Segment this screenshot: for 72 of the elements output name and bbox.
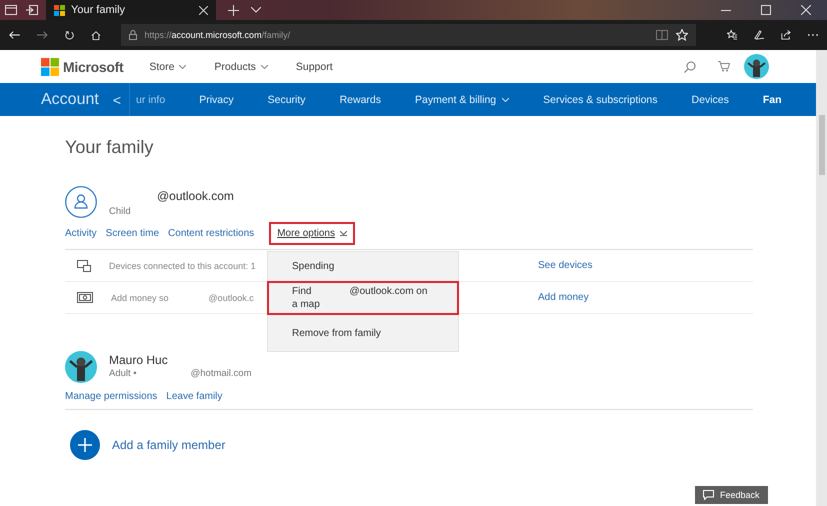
chevron-down-icon[interactable] xyxy=(251,7,261,13)
member-email: @outlook.com xyxy=(157,189,234,203)
member-role: Child xyxy=(109,206,132,217)
avatar[interactable] xyxy=(744,54,769,79)
chevron-down-icon xyxy=(502,98,510,102)
reading-view-icon[interactable] xyxy=(656,30,668,40)
member-role: Adult • xyxy=(109,368,137,379)
nav-tab[interactable]: Payment & billing xyxy=(415,94,510,106)
add-button[interactable] xyxy=(70,430,100,460)
plus-icon xyxy=(78,438,92,452)
address-field[interactable]: https://account.microsoft.com/family/ xyxy=(120,24,696,46)
new-tab-icon[interactable] xyxy=(228,4,239,16)
maximize-icon[interactable] xyxy=(761,5,771,15)
nav-tab[interactable]: Rewards xyxy=(340,94,381,106)
row-text: Add money so xyxy=(111,292,169,302)
member-link[interactable]: Manage permissions xyxy=(65,391,158,402)
member-email: @hotmail.com xyxy=(190,368,252,379)
feedback-button[interactable]: Feedback xyxy=(695,486,768,504)
nav-tab[interactable]: Security xyxy=(268,94,306,106)
row-text: Devices connected to this account: 1 xyxy=(109,260,256,270)
nav-tab[interactable]: ur info xyxy=(136,94,166,106)
add-member-link[interactable]: Add a family member xyxy=(112,438,226,452)
cart-icon[interactable] xyxy=(718,61,730,72)
nav-tab[interactable]: Devices xyxy=(692,94,729,106)
row-action-link[interactable]: See devices xyxy=(538,260,592,271)
tabs-aside-icon[interactable] xyxy=(5,5,17,15)
microsoft-logo-icon[interactable] xyxy=(41,58,59,76)
restore-tabs-icon[interactable] xyxy=(26,5,38,15)
menu-item[interactable]: Remove from family xyxy=(268,323,458,344)
scroll-left-button[interactable]: < xyxy=(112,83,130,116)
more-options-link[interactable]: More options xyxy=(271,224,353,243)
search-icon[interactable] xyxy=(684,60,696,72)
home-icon[interactable] xyxy=(90,30,101,40)
brand-name: Microsoft xyxy=(63,58,124,74)
windows-logo-icon xyxy=(54,4,65,16)
row-email: @outlook.c xyxy=(208,292,254,302)
header-menu-link[interactable]: Store xyxy=(149,60,186,72)
header-menu-link[interactable]: Support xyxy=(296,60,333,72)
scrollbar[interactable] xyxy=(816,50,827,506)
lock-icon xyxy=(128,30,137,40)
member-name: Mauro Huc xyxy=(109,353,169,367)
browser-tab[interactable]: Your family xyxy=(46,0,216,20)
account-title[interactable]: Account xyxy=(41,90,99,108)
page-title: Your family xyxy=(65,137,154,158)
favorites-icon[interactable] xyxy=(726,29,738,41)
pen-icon[interactable] xyxy=(754,29,764,41)
money-icon xyxy=(77,292,93,303)
close-icon[interactable] xyxy=(199,6,208,14)
avatar xyxy=(65,351,97,383)
forward-icon[interactable] xyxy=(36,30,48,40)
star-icon[interactable] xyxy=(676,29,688,41)
row-action-link[interactable]: Add money xyxy=(538,292,589,303)
chevron-down-icon xyxy=(260,64,268,68)
refresh-icon[interactable] xyxy=(64,30,74,40)
member-link[interactable]: Activity xyxy=(65,228,97,239)
close-icon[interactable] xyxy=(801,5,811,15)
nav-tab[interactable]: Privacy xyxy=(199,94,234,106)
member-link[interactable]: Screen time xyxy=(106,228,160,239)
menu-item[interactable]: Find @outlook.com on a map xyxy=(269,283,457,313)
header-menu-link[interactable]: Products xyxy=(214,60,268,72)
devices-icon xyxy=(77,260,91,272)
back-icon[interactable] xyxy=(9,30,20,40)
chevron-down-icon xyxy=(340,231,347,236)
chevron-down-icon xyxy=(179,64,186,68)
member-link[interactable]: Content restrictions xyxy=(168,228,254,239)
nav-tab[interactable]: Services & subscriptions xyxy=(543,94,658,106)
share-icon[interactable] xyxy=(781,29,792,41)
nav-tab[interactable]: Fan xyxy=(762,94,782,106)
chat-icon xyxy=(703,490,714,500)
member-link[interactable]: Leave family xyxy=(166,391,222,402)
menu-item[interactable]: Spending xyxy=(268,256,458,277)
person-icon xyxy=(65,186,97,218)
